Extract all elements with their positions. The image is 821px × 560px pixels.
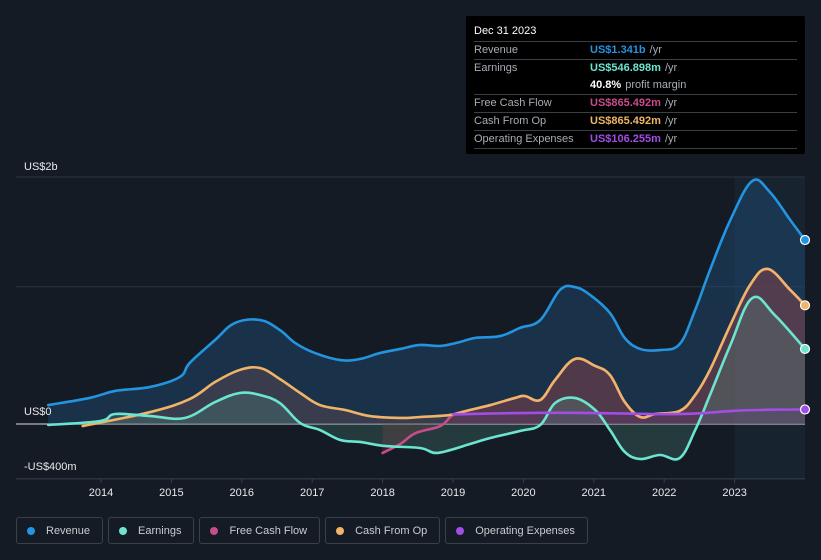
tooltip-label: Free Cash Flow: [474, 97, 552, 109]
tooltip-value: US$865.492m: [590, 97, 661, 109]
operating-expenses-dot-icon: [456, 526, 465, 535]
tooltip-unit: /yr: [664, 62, 678, 74]
tooltip-row-cash-from-op: Cash From Op US$865.492m /yr: [474, 113, 797, 131]
legend-item-cash-from-op[interactable]: Cash From Op: [325, 517, 441, 544]
tooltip-row-operating-expenses: Operating Expenses US$106.255m /yr: [474, 131, 797, 149]
legend-item-earnings[interactable]: Earnings: [108, 517, 195, 544]
earnings-end-point: [799, 343, 811, 355]
tooltip-row-earnings: Earnings US$546.898m /yr: [474, 60, 797, 77]
tooltip-label: Cash From Op: [474, 115, 547, 127]
legend-item-revenue[interactable]: Revenue: [16, 517, 104, 544]
legend-label: Earnings: [138, 524, 182, 537]
x-tick-label: 2018: [370, 487, 394, 499]
tooltip-date: Dec 31 2023: [474, 23, 797, 42]
x-tick-label: 2021: [582, 487, 606, 499]
y-tick-label-bottom: -US$400m: [24, 461, 77, 473]
x-tick-label: 2022: [652, 487, 676, 499]
free-cash-flow-dot-icon: [210, 526, 219, 535]
x-tick-label: 2016: [230, 487, 254, 499]
y-tick-label-top: US$2b: [24, 161, 58, 173]
x-tick-label: 2015: [159, 487, 183, 499]
tooltip-unit: /yr: [664, 115, 678, 127]
tooltip-row-profit-margin: 40.8% profit margin: [474, 77, 797, 95]
x-tick-label: 2019: [441, 487, 465, 499]
tooltip-value: US$106.255m: [590, 133, 661, 145]
tooltip-label: Operating Expenses: [474, 133, 574, 145]
earnings-dot-icon: [119, 526, 128, 535]
profit-margin-value: 40.8%: [590, 79, 622, 91]
tooltip-unit: /yr: [664, 97, 678, 109]
tooltip-value: US$546.898m: [590, 62, 661, 74]
cash-from-op-dot-icon: [336, 526, 345, 535]
tooltip-row-revenue: Revenue US$1.341b /yr: [474, 42, 797, 60]
tooltip-row-free-cash-flow: Free Cash Flow US$865.492m /yr: [474, 95, 797, 113]
legend-label: Free Cash Flow: [229, 524, 308, 537]
legend-item-free-cash-flow[interactable]: Free Cash Flow: [199, 517, 321, 544]
legend-item-operating-expenses[interactable]: Operating Expenses: [445, 517, 588, 544]
legend: Revenue Earnings Free Cash Flow Cash Fro…: [16, 517, 588, 544]
legend-label: Revenue: [46, 524, 91, 537]
x-tick-label: 2017: [300, 487, 324, 499]
legend-label: Operating Expenses: [475, 524, 575, 537]
cash-from-op-end-point: [799, 300, 811, 311]
tooltip-label: Earnings: [474, 62, 518, 74]
tooltip-label: Revenue: [474, 44, 519, 56]
legend-label: Cash From Op: [355, 524, 428, 537]
revenue-end-point: [799, 234, 811, 246]
tooltip-unit: /yr: [649, 44, 662, 56]
revenue-area: [48, 179, 805, 424]
x-tick-label: 2023: [722, 487, 746, 499]
tooltip-value: US$865.492m: [590, 115, 661, 127]
x-tick-label: 2020: [511, 487, 535, 499]
tooltip-value: US$1.341b: [590, 44, 646, 56]
profit-margin-label: profit margin: [625, 79, 687, 91]
revenue-dot-icon: [27, 526, 35, 535]
x-tick-label: 2014: [89, 487, 113, 499]
tooltip-unit: /yr: [664, 133, 678, 145]
tooltip-panel: Dec 31 2023 Revenue US$1.341b /yr Earnin…: [466, 16, 805, 154]
operating-expenses-end-point: [799, 404, 811, 415]
y-tick-label-zero: US$0: [24, 406, 52, 418]
